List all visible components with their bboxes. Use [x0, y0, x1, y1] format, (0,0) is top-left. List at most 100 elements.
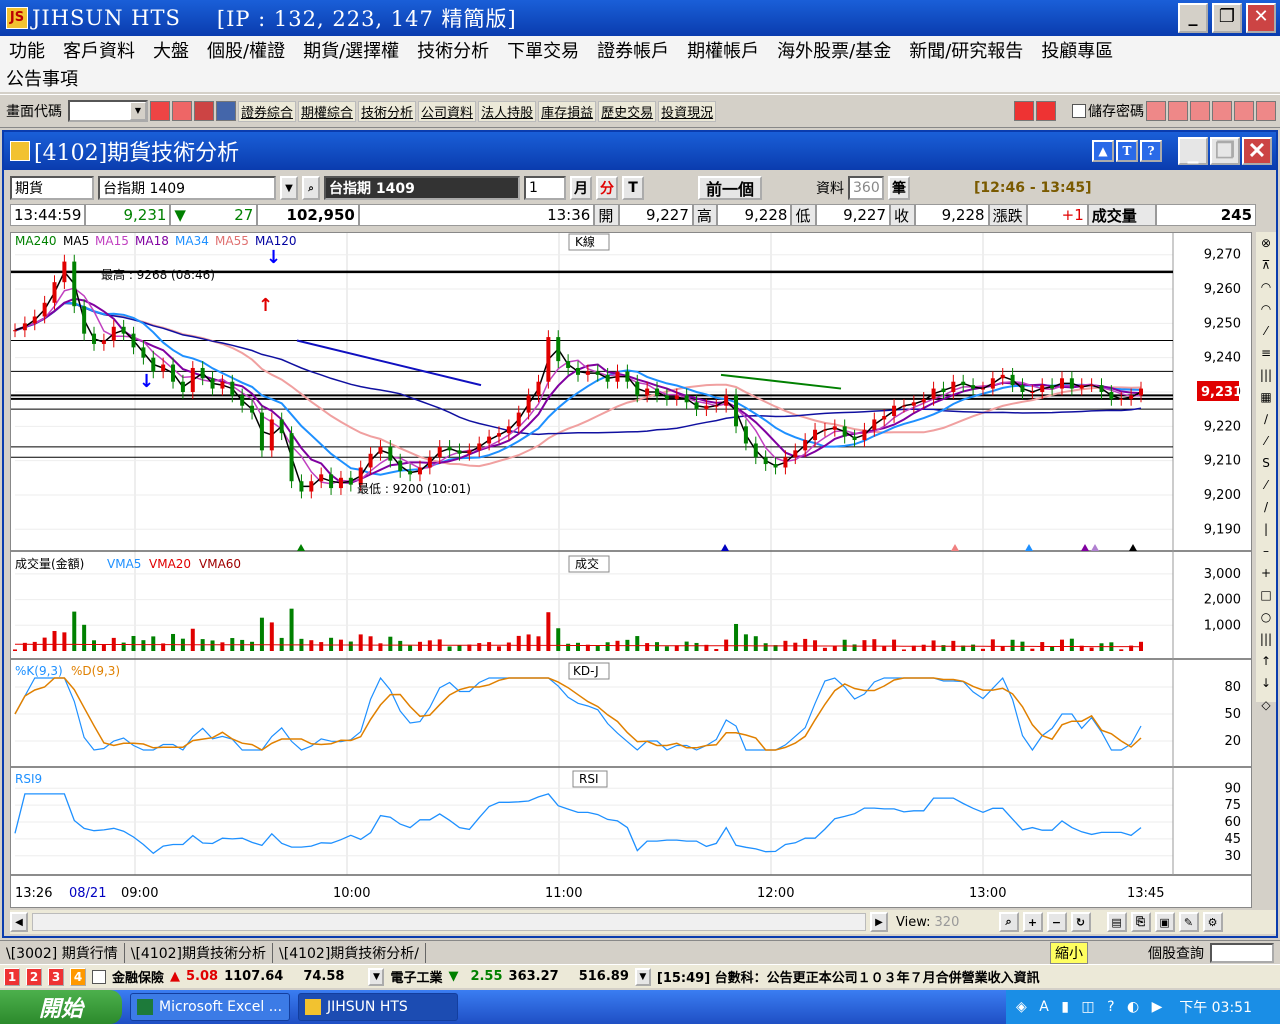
tool3-icon[interactable] — [1168, 101, 1188, 121]
draw-tool-6-icon[interactable]: ||| — [1260, 364, 1272, 386]
help-up-icon[interactable]: ▲ — [1092, 140, 1114, 162]
view-value[interactable]: 320 — [935, 915, 995, 930]
month-button[interactable]: 月 — [570, 176, 592, 200]
draw-tool-14-icon[interactable]: – — [1263, 540, 1269, 562]
draw-tool-16-icon[interactable]: □ — [1260, 584, 1271, 606]
tool2-icon[interactable] — [1146, 101, 1166, 121]
scroll-left-icon[interactable]: ◀ — [10, 912, 28, 932]
dropdown-icon[interactable] — [216, 101, 236, 121]
arrow-right-icon[interactable] — [1036, 101, 1056, 121]
link-options[interactable]: 期權綜合 — [298, 100, 357, 122]
menu-news[interactable]: 新聞/研究報告 — [900, 37, 1032, 63]
save-password-checkbox[interactable] — [1072, 104, 1086, 118]
menu-function[interactable]: 功能 — [0, 37, 54, 63]
draw-tool-8-icon[interactable]: ∕ — [1264, 408, 1268, 430]
symbol-field[interactable]: 台指期 1409 — [98, 176, 276, 200]
draw-tool-19-icon[interactable]: ↑ — [1261, 650, 1271, 672]
minimize-button[interactable]: _ — [1178, 3, 1208, 33]
menu-options-account[interactable]: 期權帳戶 — [678, 37, 768, 63]
link-investment[interactable]: 投資現況 — [658, 100, 717, 122]
link-securities[interactable]: 證券綜合 — [238, 100, 297, 122]
draw-tool-2-icon[interactable]: ◠ — [1261, 276, 1271, 298]
task-jihsun[interactable]: JIHSUN HTS — [298, 993, 458, 1021]
help-t-icon[interactable]: T — [1116, 140, 1138, 162]
tray-icons[interactable]: ◈ A ▮ ◫ ? ◐ ▶ — [1016, 999, 1166, 1015]
draw-tool-20-icon[interactable]: ↓ — [1261, 672, 1271, 694]
draw-tool-21-icon[interactable]: ◇ — [1261, 694, 1270, 716]
draw-tool-18-icon[interactable]: ||| — [1260, 628, 1272, 650]
task-excel[interactable]: Microsoft Excel ... — [130, 993, 290, 1021]
draw-tool-3-icon[interactable]: ◠ — [1261, 298, 1271, 320]
menu-futures[interactable]: 期貨/選擇權 — [294, 37, 408, 63]
code-select[interactable]: ▼ — [68, 100, 148, 122]
print-icon[interactable]: ▣ — [1154, 912, 1175, 932]
draw-tool-11-icon[interactable]: ⁄ — [1265, 474, 1267, 496]
draw-tool-15-icon[interactable]: + — [1261, 562, 1271, 584]
preset-2-button[interactable]: 2 — [26, 967, 42, 986]
help-question-icon[interactable]: ? — [1140, 140, 1162, 162]
refresh-icon[interactable]: ↻ — [1070, 912, 1091, 932]
link-history[interactable]: 歷史交易 — [598, 100, 657, 122]
tool7-icon[interactable] — [1256, 101, 1276, 121]
close-button[interactable]: ✕ — [1246, 3, 1276, 33]
scroll-track[interactable] — [32, 913, 866, 931]
tick-button[interactable]: T — [622, 176, 644, 200]
draw-tool-13-icon[interactable]: | — [1264, 518, 1268, 540]
draw-tool-1-icon[interactable]: ⊼ — [1262, 254, 1271, 276]
menu-announcements[interactable]: 公告事項 — [0, 65, 87, 91]
child-maximize-button[interactable]: ❐ — [1210, 137, 1240, 165]
arrow-left-icon[interactable] — [1014, 101, 1034, 121]
technical-chart[interactable]: MA240 MA5 MA15 MA18 MA34 MA55 MA120 K線 9… — [10, 232, 1252, 908]
zoom-icon[interactable]: ⌕ — [998, 912, 1019, 932]
menu-stocks[interactable]: 個股/權證 — [198, 37, 294, 63]
menu-market[interactable]: 大盤 — [144, 37, 198, 63]
period-select[interactable]: 1 — [524, 176, 566, 200]
menu-advisor[interactable]: 投顧專區 — [1032, 37, 1122, 63]
preset-3-button[interactable]: 3 — [48, 967, 64, 986]
scroll-right-icon[interactable]: ▶ — [870, 912, 888, 932]
tool6-icon[interactable] — [1234, 101, 1254, 121]
minute-button[interactable]: 分 — [596, 176, 618, 200]
link-institutional[interactable]: 法人持股 — [478, 100, 537, 122]
news-ticker[interactable]: [15:49] 台數科：公告更正本公司１０３年７月合併營業收入資訊 — [657, 967, 1217, 986]
tab-4102-a[interactable]: \[4102]期貨技術分析 — [125, 942, 274, 963]
prev-button[interactable]: 前一個 — [698, 176, 762, 200]
draw-tool-0-icon[interactable]: ⊗ — [1261, 232, 1271, 254]
tool-icon[interactable] — [194, 101, 214, 121]
ticker-dropdown-icon[interactable]: ▼ — [368, 967, 385, 986]
zoom-in-icon[interactable]: + — [1022, 912, 1043, 932]
search-icon[interactable] — [150, 101, 170, 121]
data-unit-button[interactable]: 筆 — [888, 176, 910, 200]
tool5-icon[interactable] — [1212, 101, 1232, 121]
stock-query-input[interactable] — [1210, 942, 1274, 963]
menu-customer[interactable]: 客戶資料 — [54, 37, 144, 63]
preset-4-button[interactable]: 4 — [70, 967, 86, 986]
link-inventory[interactable]: 庫存損益 — [538, 100, 597, 122]
market-field[interactable]: 期貨 — [10, 176, 94, 200]
menu-overseas[interactable]: 海外股票/基金 — [768, 37, 900, 63]
menu-order[interactable]: 下單交易 — [498, 37, 588, 63]
copy-icon[interactable]: ⎘ — [1130, 912, 1151, 932]
draw-tool-10-icon[interactable]: S — [1262, 452, 1270, 474]
shrink-button[interactable]: 縮小 — [1050, 941, 1088, 964]
draw-tool-17-icon[interactable]: ○ — [1261, 606, 1271, 628]
ticker-dropdown-icon-2[interactable]: ▼ — [634, 967, 651, 986]
tab-3002[interactable]: \[3002] 期貨行情 — [0, 942, 125, 963]
child-close-button[interactable]: ✕ — [1242, 137, 1272, 165]
start-button[interactable]: 開始 — [0, 990, 122, 1024]
symbol-search-icon[interactable]: ⌕ — [302, 176, 320, 200]
settings-icon[interactable]: ▤ — [1106, 912, 1127, 932]
maximize-button[interactable]: ❐ — [1212, 3, 1242, 33]
data-count-input[interactable]: 360 — [848, 176, 884, 200]
draw-tool-12-icon[interactable]: / — [1264, 496, 1268, 518]
tool4-icon[interactable] — [1190, 101, 1210, 121]
preset-1-button[interactable]: 1 — [4, 967, 20, 986]
pencil-icon[interactable]: ✎ — [1178, 912, 1199, 932]
folder-icon[interactable] — [172, 101, 192, 121]
ticker-checkbox[interactable] — [92, 969, 106, 984]
menu-securities-account[interactable]: 證券帳戶 — [588, 37, 678, 63]
draw-tool-4-icon[interactable]: ⁄ — [1265, 320, 1267, 342]
link-company[interactable]: 公司資料 — [418, 100, 477, 122]
draw-tool-5-icon[interactable]: ≡ — [1261, 342, 1271, 364]
gear-icon[interactable]: ⚙ — [1202, 912, 1223, 932]
